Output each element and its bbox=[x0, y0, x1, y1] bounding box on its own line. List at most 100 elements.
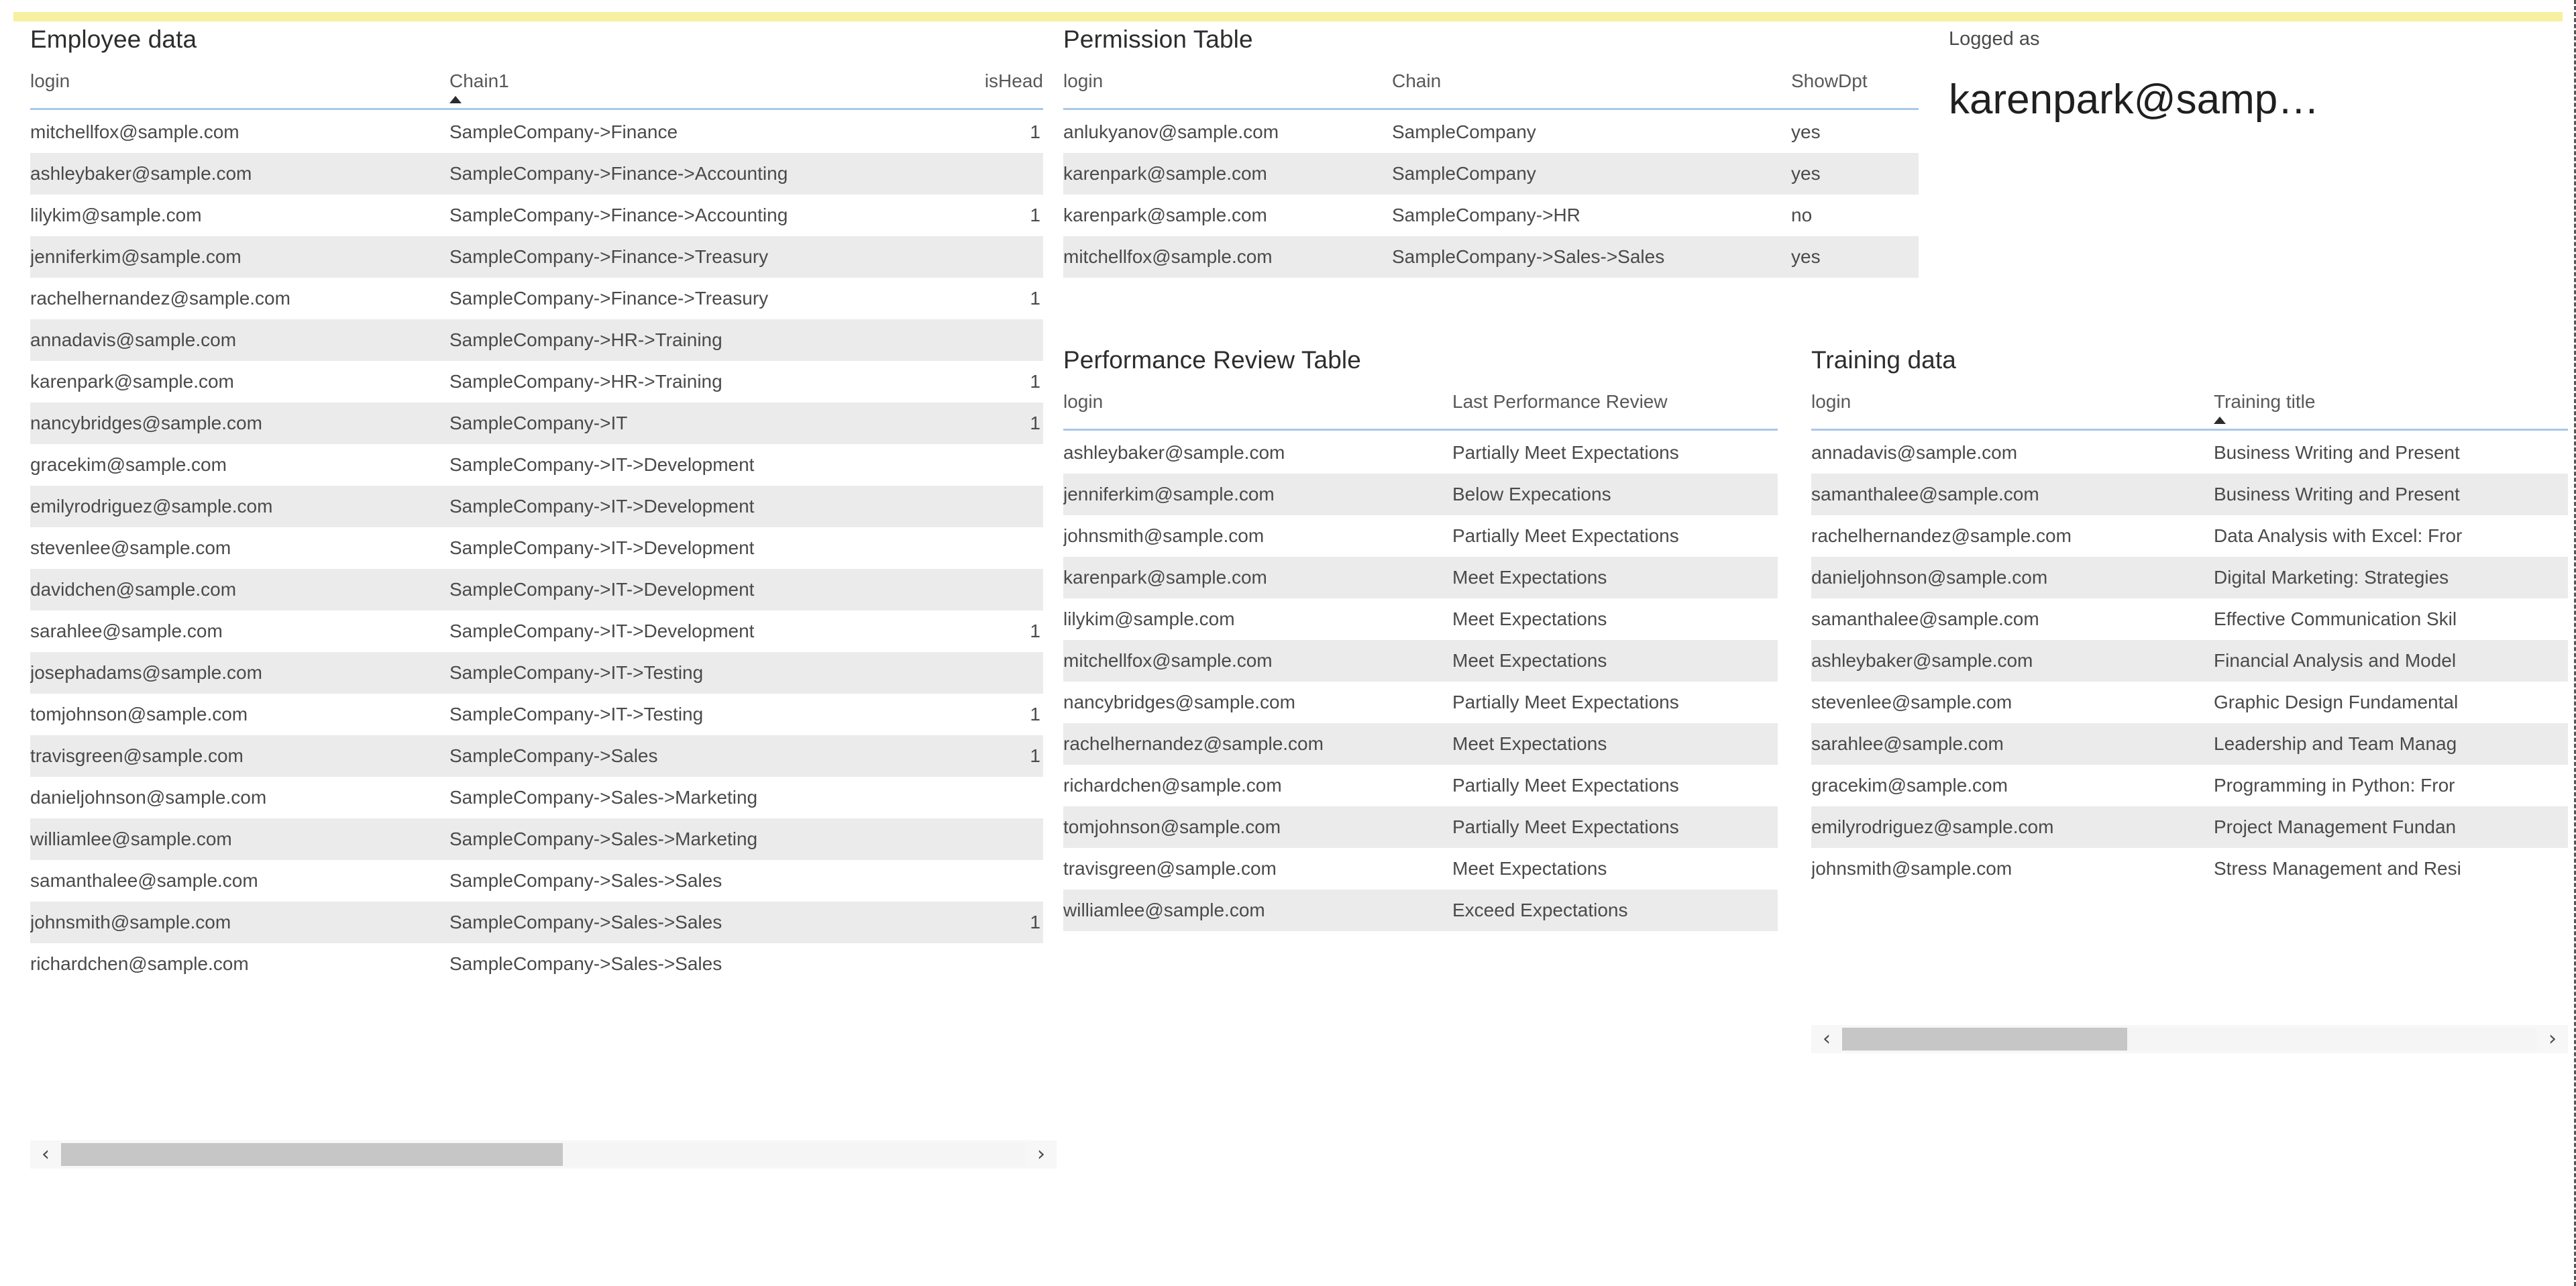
cell-login: travisgreen@sample.com bbox=[1063, 858, 1277, 879]
cell-login: davidchen@sample.com bbox=[30, 579, 237, 600]
scroll-track[interactable] bbox=[1842, 1028, 2537, 1051]
cell-showdpt: yes bbox=[1791, 246, 1821, 268]
column-header-ishead[interactable]: isHead bbox=[959, 64, 1043, 111]
cell-login: sarahlee@sample.com bbox=[1811, 733, 2004, 755]
table-row[interactable]: nancybridges@sample.com SampleCompany->IT… bbox=[30, 403, 1043, 445]
table-row[interactable]: ashleybaker@sample.com SampleCompany->Fin… bbox=[30, 153, 1043, 195]
table-row[interactable]: samanthalee@sample.com Effective Communic… bbox=[1811, 598, 2568, 640]
column-header-training-title[interactable]: Training title bbox=[2214, 385, 2568, 431]
table-row[interactable]: stevenlee@sample.com SampleCompany->IT->D… bbox=[30, 527, 1043, 569]
column-header-showdpt[interactable]: ShowDpt bbox=[1791, 64, 1919, 111]
cell-chain: SampleCompany->IT bbox=[449, 413, 628, 434]
table-row[interactable]: rachelhernandez@sample.com Data Analysis … bbox=[1811, 515, 2568, 557]
table-row[interactable]: williamlee@sample.com SampleCompany->Sale… bbox=[30, 818, 1043, 861]
table-row[interactable]: rachelhernandez@sample.com Meet Expectati… bbox=[1063, 723, 1778, 765]
table-row[interactable]: richardchen@sample.com Partially Meet Exp… bbox=[1063, 765, 1778, 806]
table-row[interactable]: sarahlee@sample.com SampleCompany->IT->De… bbox=[30, 610, 1043, 652]
cell-isHead: 1 bbox=[1030, 912, 1040, 933]
table-row[interactable]: rachelhernandez@sample.com SampleCompany-… bbox=[30, 278, 1043, 319]
cell-isHead bbox=[959, 153, 1043, 195]
table-row[interactable]: travisgreen@sample.com Meet Expectations bbox=[1063, 848, 1778, 890]
table-row[interactable]: nancybridges@sample.com Partially Meet Ex… bbox=[1063, 682, 1778, 723]
table-row[interactable]: emilyrodriguez@sample.com SampleCompany->… bbox=[30, 486, 1043, 528]
table-row[interactable]: johnsmith@sample.com SampleCompany->Sales… bbox=[30, 902, 1043, 944]
scroll-track[interactable] bbox=[61, 1143, 1026, 1166]
table-row[interactable]: annadavis@sample.com SampleCompany->HR->T… bbox=[30, 319, 1043, 362]
cell-login: johnsmith@sample.com bbox=[1811, 858, 2012, 879]
table-row[interactable]: karenpark@sample.com Meet Expectations bbox=[1063, 557, 1778, 599]
table-row[interactable]: annadavis@sample.com Business Writing and… bbox=[1811, 430, 2568, 474]
table-row[interactable]: williamlee@sample.com Exceed Expectations bbox=[1063, 890, 1778, 932]
table-row[interactable]: danieljohnson@sample.com Digital Marketin… bbox=[1811, 557, 2568, 599]
logged-as-label: Logged as bbox=[1949, 28, 2040, 50]
cell-review: Meet Expectations bbox=[1452, 858, 1607, 879]
scroll-left-arrow-icon[interactable]: ‹ bbox=[30, 1140, 61, 1169]
table-row[interactable]: mitchellfox@sample.com SampleCompany->Fin… bbox=[30, 109, 1043, 154]
table-row[interactable]: sarahlee@sample.com Leadership and Team M… bbox=[1811, 723, 2568, 765]
cell-isHead bbox=[959, 943, 1043, 985]
scroll-left-arrow-icon[interactable]: ‹ bbox=[1811, 1025, 1842, 1053]
table-row[interactable]: karenpark@sample.com SampleCompany yes bbox=[1063, 153, 1919, 195]
cell-login: rachelhernandez@sample.com bbox=[1811, 525, 2072, 547]
cell-title: Leadership and Team Manag bbox=[2214, 733, 2457, 755]
column-header-login[interactable]: login bbox=[1063, 385, 1452, 431]
table-row[interactable]: danieljohnson@sample.com SampleCompany->S… bbox=[30, 777, 1043, 818]
table-row[interactable]: johnsmith@sample.com Partially Meet Expec… bbox=[1063, 515, 1778, 557]
cell-isHead: 1 bbox=[1030, 371, 1040, 392]
table-row[interactable]: johnsmith@sample.com Stress Management an… bbox=[1811, 848, 2568, 890]
column-header-chain[interactable]: Chain bbox=[1392, 64, 1791, 111]
table-row[interactable]: gracekim@sample.com SampleCompany->IT->De… bbox=[30, 444, 1043, 486]
column-header-chain1[interactable]: Chain1 bbox=[449, 64, 959, 111]
table-row[interactable]: josephadams@sample.com SampleCompany->IT-… bbox=[30, 652, 1043, 694]
scroll-right-arrow-icon[interactable]: › bbox=[2537, 1025, 2568, 1053]
table-row[interactable]: karenpark@sample.com SampleCompany->HR no bbox=[1063, 195, 1919, 236]
table-row[interactable]: mitchellfox@sample.com SampleCompany->Sal… bbox=[1063, 236, 1919, 278]
cell-login: josephadams@sample.com bbox=[30, 662, 262, 684]
table-row[interactable]: gracekim@sample.com Programming in Python… bbox=[1811, 765, 2568, 806]
table-row[interactable]: lilykim@sample.com Meet Expectations bbox=[1063, 598, 1778, 640]
table-row[interactable]: mitchellfox@sample.com Meet Expectations bbox=[1063, 640, 1778, 682]
table-row[interactable]: ashleybaker@sample.com Partially Meet Exp… bbox=[1063, 430, 1778, 474]
scroll-thumb[interactable] bbox=[1842, 1028, 2127, 1051]
column-header-last-performance-review[interactable]: Last Performance Review bbox=[1452, 385, 1778, 431]
cell-title: Effective Communication Skil bbox=[2214, 608, 2457, 630]
employee-horizontal-scrollbar[interactable]: ‹ › bbox=[30, 1140, 1057, 1169]
table-row[interactable]: emilyrodriguez@sample.com Project Managem… bbox=[1811, 806, 2568, 849]
cell-login: gracekim@sample.com bbox=[1811, 775, 2008, 796]
cell-login: lilykim@sample.com bbox=[1063, 608, 1235, 630]
column-header-login[interactable]: login bbox=[30, 64, 449, 111]
table-row[interactable]: anlukyanov@sample.com SampleCompany yes bbox=[1063, 109, 1919, 154]
table-row[interactable]: stevenlee@sample.com Graphic Design Funda… bbox=[1811, 682, 2568, 723]
scroll-thumb[interactable] bbox=[61, 1143, 563, 1166]
table-row[interactable]: travisgreen@sample.com SampleCompany->Sal… bbox=[30, 735, 1043, 778]
cell-chain: SampleCompany->Sales->Marketing bbox=[449, 828, 758, 850]
table-row[interactable]: jenniferkim@sample.com SampleCompany->Fin… bbox=[30, 236, 1043, 278]
table-row[interactable]: tomjohnson@sample.com SampleCompany->IT->… bbox=[30, 694, 1043, 735]
table-row[interactable]: samanthalee@sample.com Business Writing a… bbox=[1811, 474, 2568, 516]
table-row[interactable]: lilykim@sample.com SampleCompany->Finance… bbox=[30, 195, 1043, 236]
cell-review: Partially Meet Expectations bbox=[1452, 816, 1679, 838]
performance-review-title: Performance Review Table bbox=[1063, 346, 1361, 374]
sort-ascending-icon bbox=[2214, 416, 2226, 424]
cell-login: mitchellfox@sample.com bbox=[30, 121, 239, 143]
cell-isHead bbox=[959, 319, 1043, 361]
table-row[interactable]: karenpark@sample.com SampleCompany->HR->T… bbox=[30, 361, 1043, 403]
table-row[interactable]: tomjohnson@sample.com Partially Meet Expe… bbox=[1063, 806, 1778, 849]
cell-review: Exceed Expectations bbox=[1452, 900, 1628, 921]
table-row[interactable]: ashleybaker@sample.com Financial Analysis… bbox=[1811, 640, 2568, 682]
training-data-panel: Training data login Training title annad… bbox=[1811, 347, 2568, 890]
column-header-login[interactable]: login bbox=[1063, 64, 1392, 111]
scroll-right-arrow-icon[interactable]: › bbox=[1026, 1140, 1057, 1169]
column-header-login[interactable]: login bbox=[1811, 385, 2214, 431]
cell-chain: SampleCompany->Sales->Sales bbox=[1392, 246, 1665, 268]
table-row[interactable]: richardchen@sample.com SampleCompany->Sal… bbox=[30, 943, 1043, 985]
cell-isHead bbox=[959, 818, 1043, 860]
table-row[interactable]: samanthalee@sample.com SampleCompany->Sal… bbox=[30, 860, 1043, 902]
table-row[interactable]: jenniferkim@sample.com Below Expecations bbox=[1063, 474, 1778, 516]
training-horizontal-scrollbar[interactable]: ‹ › bbox=[1811, 1025, 2568, 1053]
cell-review: Meet Expectations bbox=[1452, 650, 1607, 672]
cell-isHead bbox=[959, 236, 1043, 278]
table-row[interactable]: davidchen@sample.com SampleCompany->IT->D… bbox=[30, 569, 1043, 611]
cell-chain: SampleCompany->HR->Training bbox=[449, 371, 722, 392]
cell-chain: SampleCompany->Sales->Sales bbox=[449, 870, 722, 892]
